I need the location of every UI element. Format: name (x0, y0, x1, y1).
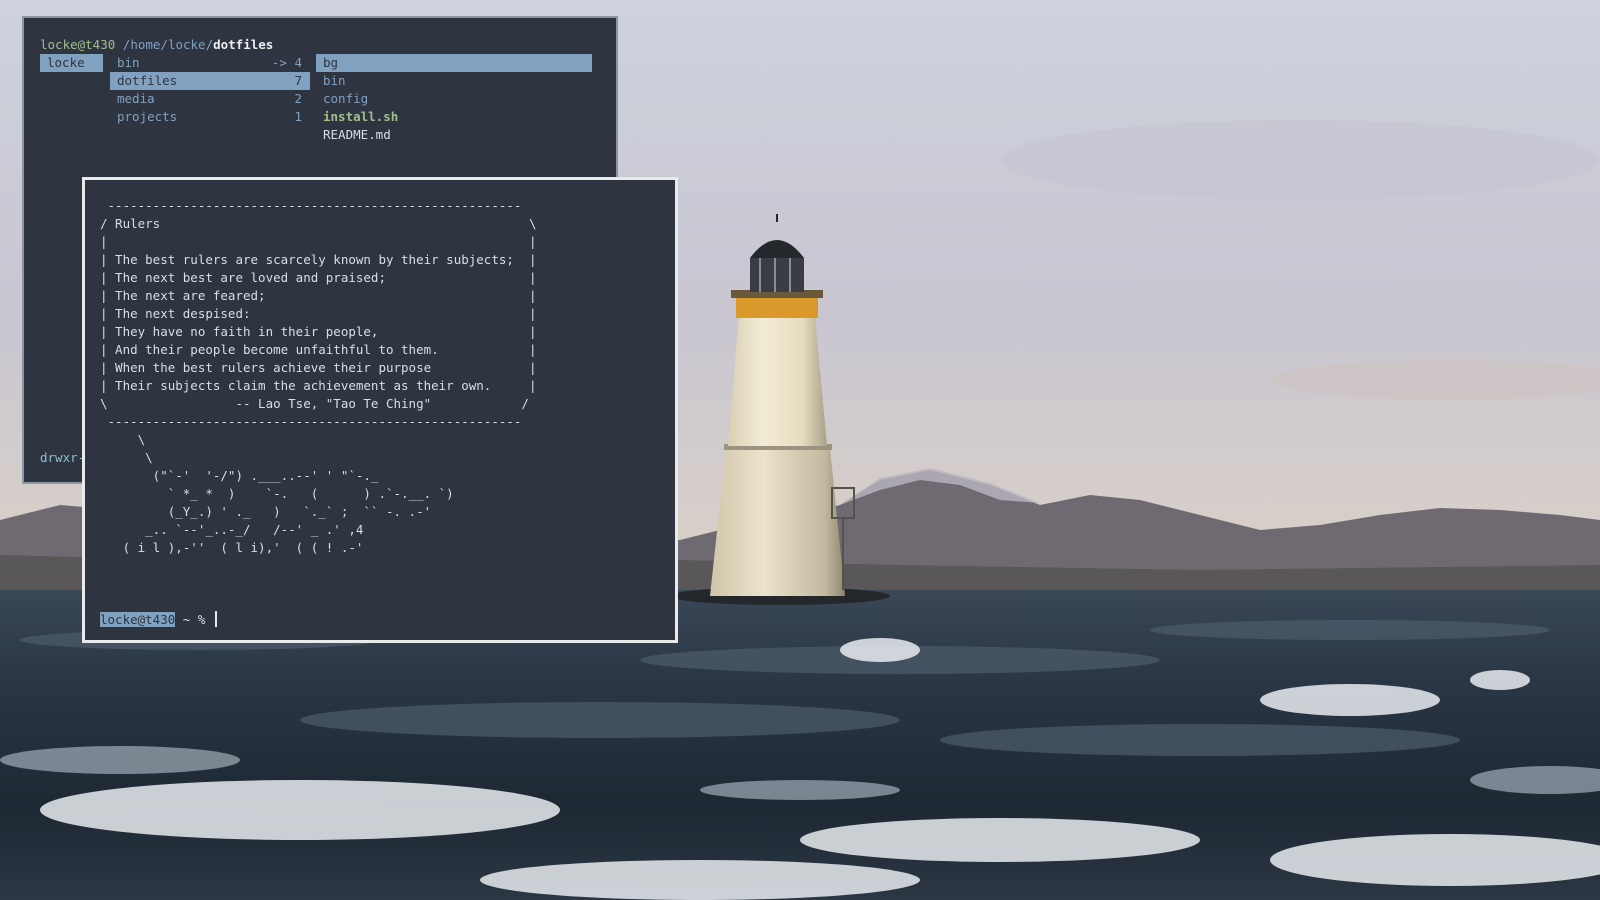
cowsay-line: | The next are feared; | (100, 288, 537, 303)
cowsay-line: | They have no faith in their people, | (100, 324, 537, 339)
cowsay-line: ----------------------------------------… (100, 414, 522, 429)
cowsay-line: ( i l ),-'' ( l i),' ( ( ! .-' (100, 540, 364, 555)
file-permissions-status: drwxr- (40, 450, 86, 465)
cowsay-line: | The next best are loved and praised; | (100, 270, 537, 285)
dir-item-label: media (117, 91, 155, 106)
preview-item-label: bg (323, 55, 339, 70)
dir-item-bin[interactable]: bin -> 4 (110, 54, 310, 72)
preview-item-label: bin (323, 73, 346, 88)
cowsay-line: | The next despised: | (100, 306, 537, 321)
shell-prompt[interactable]: locke@t430 ~ % (100, 611, 217, 629)
prompt-suffix: ~ % (175, 612, 213, 627)
parent-dir-item[interactable]: locke (40, 54, 103, 72)
preview-item-bin[interactable]: bin (316, 72, 592, 90)
dir-item-count: 2 (294, 91, 302, 106)
cowsay-line: | When the best rulers achieve their pur… (100, 360, 537, 375)
cowsay-line: / Rulers \ (100, 216, 537, 231)
cowsay-line: ("`-' '-/") .___..--' ' "`-._ (100, 468, 379, 483)
ranger-path-header: locke@t430 /home/locke/dotfiles (40, 36, 273, 54)
dir-item-count: 1 (294, 109, 302, 124)
cowsay-line: \ -- Lao Tse, "Tao Te Ching" / (100, 396, 529, 411)
cowsay-line: | | (100, 234, 537, 249)
cowsay-output: ----------------------------------------… (100, 197, 537, 557)
preview-column: bg bin config install.sh README.md (316, 54, 592, 144)
preview-item-bg[interactable]: bg (316, 54, 592, 72)
terminal-window[interactable]: ----------------------------------------… (82, 177, 678, 643)
cowsay-line: (_Y_.) ' ._ ) `._` ; `` -. .-' (100, 504, 432, 519)
text-cursor (214, 611, 217, 627)
prompt-user-host: locke@t430 (100, 612, 176, 627)
cowsay-line: | Their subjects claim the achievement a… (100, 378, 537, 393)
parent-dir-item-label: locke (47, 55, 85, 70)
preview-item-config[interactable]: config (316, 90, 592, 108)
cowsay-line: ----------------------------------------… (100, 198, 522, 213)
dir-item-count: 7 (294, 73, 302, 88)
dir-item-label: bin (117, 55, 140, 70)
cowsay-line: \ (100, 450, 153, 465)
dir-item-projects[interactable]: projects 1 (110, 108, 310, 126)
current-directory-column: bin -> 4 dotfiles 7 media 2 projects 1 (110, 54, 310, 126)
cowsay-line: ` *_ * ) `-. ( ) .`-.__. `) (100, 486, 454, 501)
dir-item-count: -> 4 (271, 55, 302, 70)
cowsay-line: \ (100, 432, 146, 447)
preview-item-label: config (323, 91, 369, 106)
parent-directory-column: locke (40, 54, 103, 72)
preview-item-label: install.sh (323, 109, 399, 124)
dir-item-dotfiles[interactable]: dotfiles 7 (110, 72, 310, 90)
preview-item-readme[interactable]: README.md (316, 126, 592, 144)
cowsay-line: | The best rulers are scarcely known by … (100, 252, 537, 267)
dir-item-label: projects (117, 109, 178, 124)
preview-item-install-sh[interactable]: install.sh (316, 108, 592, 126)
preview-item-label: README.md (323, 127, 391, 142)
path-prefix-label: /home/locke/ (122, 37, 214, 52)
dir-item-label: dotfiles (117, 73, 178, 88)
current-directory-label: dotfiles (213, 37, 274, 52)
user-host-label: locke@t430 (40, 37, 116, 52)
cowsay-line: _.. `--'_..-_/ /--' _ .' ,4 (100, 522, 364, 537)
dir-item-media[interactable]: media 2 (110, 90, 310, 108)
cowsay-line: | And their people become unfaithful to … (100, 342, 537, 357)
